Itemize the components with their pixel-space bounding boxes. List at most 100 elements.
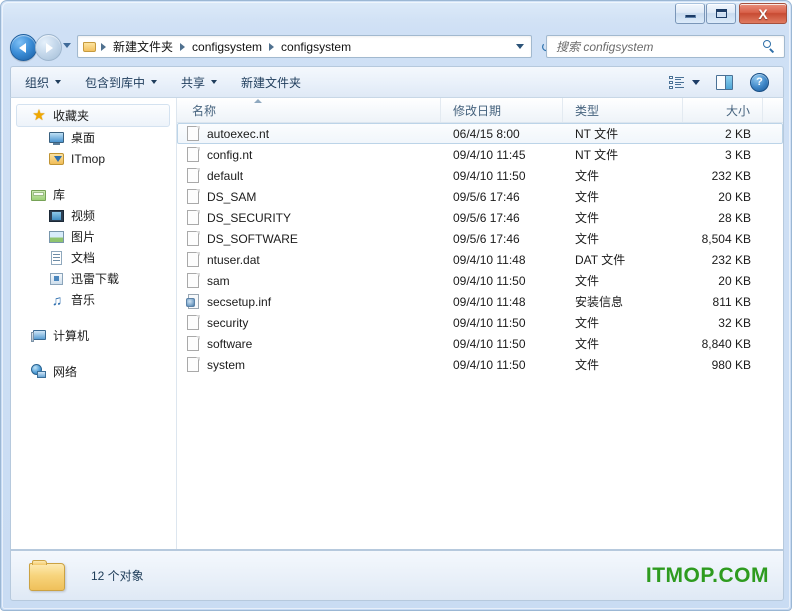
library-icon: [31, 187, 47, 203]
sidebar-item-music[interactable]: ♫ 音乐: [11, 289, 176, 310]
column-header-label: 修改日期: [453, 103, 502, 118]
breadcrumb-item-0[interactable]: 新建文件夹: [110, 38, 176, 55]
file-date-cell: 09/4/10 11:50: [453, 273, 526, 288]
table-row[interactable]: software 09/4/10 11:50 文件 8,840 KB: [177, 333, 783, 354]
file-type-cell: 文件: [575, 274, 600, 288]
sidebar-item-itmop[interactable]: ITmop: [11, 148, 176, 169]
status-bar: 12 个对象 ITMOP.COM: [10, 550, 784, 601]
chevron-down-icon: [55, 80, 62, 84]
column-header-name[interactable]: 名称: [177, 98, 441, 122]
table-row[interactable]: sam 09/4/10 11:50 文件 20 KB: [177, 270, 783, 291]
table-row[interactable]: default 09/4/10 11:50 文件 232 KB: [177, 165, 783, 186]
table-row[interactable]: system 09/4/10 11:50 文件 980 KB: [177, 354, 783, 375]
preview-pane-icon[interactable]: [716, 74, 733, 90]
sidebar-item-documents[interactable]: 文档: [11, 247, 176, 268]
toolbar-right-group: ?: [661, 67, 783, 97]
file-name-cell: software: [178, 334, 441, 353]
minimize-button[interactable]: [675, 3, 705, 24]
help-icon[interactable]: ?: [750, 72, 769, 92]
back-button[interactable]: [10, 34, 37, 61]
sidebar-item-label: 计算机: [53, 329, 90, 343]
breadcrumb-separator-icon: [180, 42, 186, 51]
item-count-label: 12 个对象: [91, 569, 144, 583]
file-name-label: DS_SOFTWARE: [207, 231, 298, 246]
file-name-cell: DS_SAM: [178, 187, 441, 206]
table-row[interactable]: secsetup.inf 09/4/10 11:48 安装信息 811 KB: [177, 291, 783, 312]
sidebar-item-label: 网络: [53, 365, 78, 379]
toolbar-include-in-library-button[interactable]: 包含到库中: [75, 71, 167, 93]
file-name-label: DS_SECURITY: [207, 210, 292, 225]
maximize-button[interactable]: [706, 3, 736, 24]
file-list-pane[interactable]: 名称 修改日期 类型 大小 autoexec.nt 06/4/15 8:00 NT …: [177, 98, 783, 549]
file-rows: autoexec.nt 06/4/15 8:00 NT 文件 2 KB config.n…: [177, 123, 783, 375]
sidebar-item-label: 收藏夹: [53, 109, 90, 123]
file-size-cell: 232 KB: [711, 252, 751, 267]
table-row[interactable]: DS_SAM 09/5/6 17:46 文件 20 KB: [177, 186, 783, 207]
sidebar-item-pictures[interactable]: 图片: [11, 226, 176, 247]
toolbar-organize-button[interactable]: 组织: [15, 71, 71, 93]
table-row[interactable]: config.nt 09/4/10 11:45 NT 文件 3 KB: [177, 144, 783, 165]
toolbar-new-folder-button[interactable]: 新建文件夹: [231, 71, 311, 93]
table-row[interactable]: security 09/4/10 11:50 文件 32 KB: [177, 312, 783, 333]
back-arrow-icon: [19, 42, 26, 53]
history-dropdown-icon[interactable]: [63, 43, 71, 48]
table-row[interactable]: DS_SOFTWARE 09/5/6 17:46 文件 8,504 KB: [177, 228, 783, 249]
navigation-pane[interactable]: ★ 收藏夹 桌面 ITmop 库 视频 图片 文档 迅雷下载 ♫ 音乐 计算机 …: [11, 98, 177, 549]
toolbar-organize-label: 组织: [25, 75, 50, 90]
setup-information-icon: [186, 294, 200, 309]
file-icon: [187, 168, 200, 183]
forward-button[interactable]: [35, 34, 62, 61]
file-size-cell: 20 KB: [718, 273, 751, 288]
file-size-cell: 2 KB: [724, 126, 751, 141]
column-header-type[interactable]: 类型: [563, 98, 683, 122]
file-date-cell: 09/4/10 11:45: [453, 147, 526, 162]
sidebar-item-favorites[interactable]: ★ 收藏夹: [16, 104, 170, 127]
download-icon: [49, 271, 65, 287]
views-dropdown-icon[interactable]: [692, 79, 700, 85]
breadcrumb-item-1[interactable]: configsystem: [189, 40, 265, 54]
sidebar-item-label: 文档: [71, 251, 96, 265]
sidebar-item-libraries[interactable]: 库: [11, 184, 176, 205]
search-input[interactable]: 搜索 configsystem: [556, 38, 653, 55]
file-icon: [187, 336, 200, 351]
close-button[interactable]: X: [739, 3, 787, 24]
column-header-date-modified[interactable]: 修改日期: [441, 98, 563, 122]
sidebar-item-desktop[interactable]: 桌面: [11, 127, 176, 148]
file-name-label: autoexec.nt: [207, 126, 270, 141]
toolbar-share-button[interactable]: 共享: [171, 71, 227, 93]
table-row[interactable]: autoexec.nt 06/4/15 8:00 NT 文件 2 KB: [177, 123, 783, 144]
file-icon: [187, 273, 200, 288]
folder-download-icon: [49, 151, 65, 167]
file-name-label: secsetup.inf: [207, 294, 272, 309]
file-type-cell: 文件: [575, 169, 600, 183]
file-name-label: config.nt: [207, 147, 253, 162]
file-date-cell: 09/5/6 17:46: [453, 210, 520, 225]
breadcrumb-separator-icon: [101, 42, 106, 51]
column-header-label: 类型: [575, 103, 600, 118]
file-icon: [187, 210, 200, 225]
file-size-cell: 8,504 KB: [701, 231, 751, 246]
file-name-cell: autoexec.nt: [178, 124, 441, 143]
breadcrumb-item-2[interactable]: configsystem: [278, 40, 354, 54]
sidebar-item-thunder-downloads[interactable]: 迅雷下载: [11, 268, 176, 289]
file-date-cell: 09/5/6 17:46: [453, 231, 520, 246]
column-header-size[interactable]: 大小: [683, 98, 763, 122]
document-icon: [49, 250, 65, 266]
toolbar-new-folder-label: 新建文件夹: [241, 75, 302, 90]
file-type-cell: 安装信息: [575, 295, 624, 309]
column-header-label: 名称: [192, 103, 217, 118]
table-row[interactable]: DS_SECURITY 09/5/6 17:46 文件 28 KB: [177, 207, 783, 228]
sidebar-item-network[interactable]: 网络: [11, 361, 176, 382]
file-name-label: default: [207, 168, 244, 183]
search-box[interactable]: 搜索 configsystem: [546, 35, 785, 58]
desktop-icon: [49, 130, 65, 146]
sidebar-item-computer[interactable]: 计算机: [11, 325, 176, 346]
file-name-label: security: [207, 315, 249, 330]
breadcrumb-address-bar[interactable]: 新建文件夹 configsystem configsystem: [77, 35, 532, 58]
chevron-down-icon[interactable]: [516, 44, 524, 49]
views-icon[interactable]: [669, 75, 685, 89]
file-size-cell: 28 KB: [718, 210, 751, 225]
table-row[interactable]: ntuser.dat 09/4/10 11:48 DAT 文件 232 KB: [177, 249, 783, 270]
address-bar-row: 新建文件夹 configsystem configsystem ↺ 搜索 con…: [1, 29, 791, 65]
sidebar-item-videos[interactable]: 视频: [11, 205, 176, 226]
